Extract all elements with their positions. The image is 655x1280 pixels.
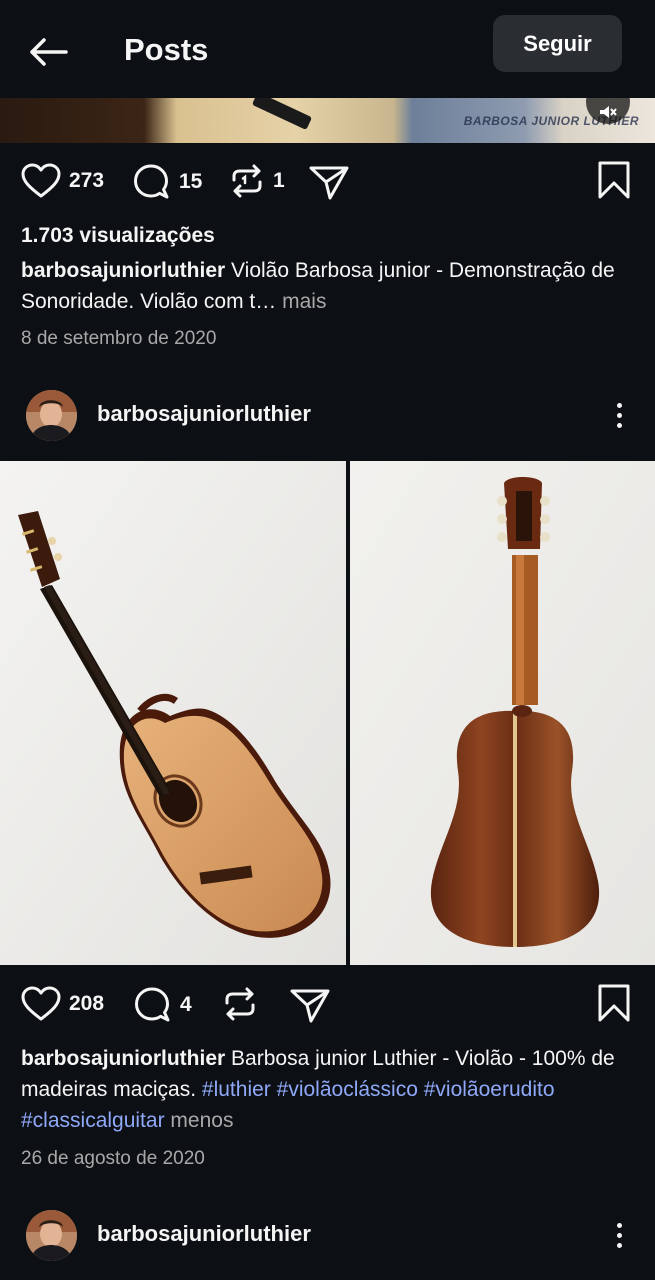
repost-icon bbox=[232, 164, 262, 198]
like-button[interactable]: 208 bbox=[21, 986, 104, 1022]
post-caption: barbosajuniorluthier Barbosa junior Luth… bbox=[21, 1043, 631, 1136]
bookmark-icon bbox=[598, 984, 630, 1022]
comment-icon bbox=[135, 987, 170, 1022]
dot bbox=[616, 1232, 622, 1238]
repost-count: 1 bbox=[273, 169, 285, 192]
post-header: barbosajuniorluthier bbox=[0, 385, 655, 445]
profile-photo bbox=[26, 1210, 77, 1261]
post-username[interactable]: barbosajuniorluthier bbox=[97, 401, 311, 427]
comment-count: 4 bbox=[180, 993, 192, 1016]
heart-icon bbox=[21, 986, 61, 1021]
page-title: Posts bbox=[124, 32, 209, 67]
caption-username[interactable]: barbosajuniorluthier bbox=[21, 1047, 225, 1070]
hashtag-link[interactable]: #classicalguitar bbox=[21, 1109, 165, 1132]
post-image[interactable] bbox=[0, 461, 655, 965]
hashtag-link[interactable]: #violãoclássico bbox=[277, 1078, 418, 1101]
back-button[interactable] bbox=[24, 30, 72, 74]
more-link[interactable]: mais bbox=[282, 290, 326, 313]
like-button[interactable]: 273 bbox=[21, 163, 104, 199]
bookmark-icon bbox=[598, 161, 630, 199]
post-video[interactable]: BARBOSA JUNIOR LUTHIER bbox=[0, 98, 655, 143]
posts-screen: Posts Seguir BARBOSA JUNIOR LUTHIER 273 … bbox=[0, 0, 655, 1280]
caption-username[interactable]: barbosajuniorluthier bbox=[21, 259, 225, 282]
repost-button[interactable] bbox=[222, 986, 258, 1022]
avatar[interactable] bbox=[26, 390, 77, 441]
arrow-left-icon bbox=[30, 38, 68, 66]
post-caption: barbosajuniorluthier Violão Barbosa juni… bbox=[21, 255, 631, 317]
comment-count: 15 bbox=[179, 170, 203, 193]
comment-button[interactable]: 15 bbox=[131, 163, 202, 201]
save-button[interactable] bbox=[598, 161, 630, 199]
dot bbox=[616, 422, 622, 428]
less-link[interactable]: menos bbox=[170, 1109, 233, 1132]
comment-icon bbox=[134, 164, 169, 199]
dot bbox=[616, 412, 622, 418]
profile-photo bbox=[26, 390, 77, 441]
repost-icon bbox=[225, 987, 255, 1021]
dot bbox=[616, 1242, 622, 1248]
view-count: 1.703 visualizações bbox=[21, 224, 215, 247]
repost-button[interactable]: 1 bbox=[229, 163, 285, 199]
like-count: 273 bbox=[69, 169, 105, 192]
heart-icon bbox=[21, 163, 61, 198]
post-username[interactable]: barbosajuniorluthier bbox=[97, 1221, 311, 1247]
top-bar: Posts Seguir bbox=[0, 0, 655, 98]
guitar-neck bbox=[251, 98, 313, 131]
post-header: barbosajuniorluthier bbox=[0, 1205, 655, 1265]
send-icon bbox=[290, 989, 330, 1023]
post-actions: 208 4 bbox=[0, 980, 655, 1030]
share-button[interactable] bbox=[290, 988, 330, 1024]
guitar-photo bbox=[0, 461, 655, 965]
more-options-button[interactable] bbox=[604, 393, 634, 437]
hashtag-link[interactable]: #luthier bbox=[202, 1078, 271, 1101]
more-options-button[interactable] bbox=[604, 1213, 634, 1257]
comment-button[interactable]: 4 bbox=[132, 986, 192, 1024]
hashtag-link[interactable]: #violãoerudito bbox=[424, 1078, 555, 1101]
dot bbox=[616, 1222, 622, 1228]
post-date: 26 de agosto de 2020 bbox=[21, 1148, 205, 1169]
avatar[interactable] bbox=[26, 1210, 77, 1261]
post-actions: 273 15 1 bbox=[0, 157, 655, 207]
share-button[interactable] bbox=[309, 165, 349, 201]
speaker-muted-icon bbox=[600, 106, 617, 118]
dot bbox=[616, 402, 622, 408]
send-icon bbox=[309, 166, 349, 200]
follow-button[interactable]: Seguir bbox=[493, 15, 622, 72]
save-button[interactable] bbox=[598, 984, 630, 1022]
post-date: 8 de setembro de 2020 bbox=[21, 328, 217, 349]
like-count: 208 bbox=[69, 992, 105, 1015]
